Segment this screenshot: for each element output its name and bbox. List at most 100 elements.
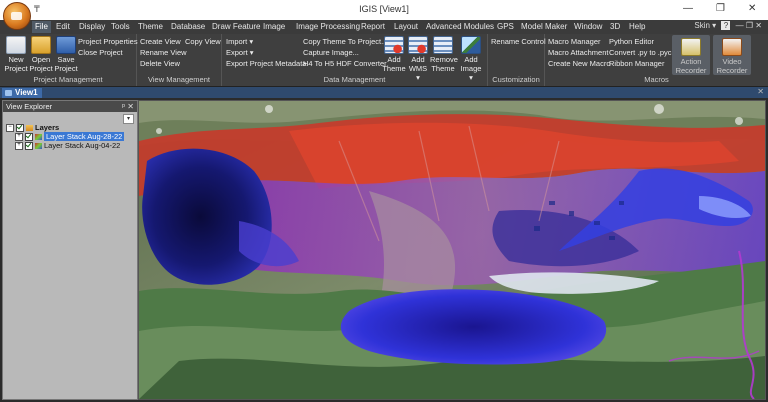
title-bar: ₸ IGIS [View1] — ❐ ✕ — [0, 0, 768, 30]
pin-icon[interactable]: ᵖ — [122, 101, 125, 112]
group-label-data-management: Data Management — [323, 75, 386, 84]
group-macros: Macro Manager Macro Attachment Create Ne… — [545, 34, 768, 86]
window-title: IGIS [View1] — [359, 4, 409, 14]
copy-theme-to-project-button[interactable]: Copy Theme To Project... — [303, 37, 387, 46]
macro-attachment-button[interactable]: Macro Attachment — [548, 48, 608, 57]
project-properties-button[interactable]: Project Properties — [78, 37, 138, 46]
document-tab-strip: View1 ✕ — [0, 87, 768, 98]
menu-edit[interactable]: Edit — [53, 21, 73, 33]
checkbox-icon[interactable] — [25, 142, 33, 151]
menu-image-processing[interactable]: Image Processing — [293, 21, 363, 33]
python-editor-button[interactable]: Python Editor — [609, 37, 654, 46]
minimize-button[interactable]: — — [683, 3, 693, 14]
group-label-view-management: View Management — [148, 75, 210, 84]
open-project-button[interactable]: Open Project — [29, 36, 53, 73]
add-theme-label: Add Theme — [382, 55, 406, 73]
checkbox-icon[interactable] — [16, 124, 24, 133]
close-panel-icon[interactable]: ✕ — [127, 101, 134, 112]
new-project-button[interactable]: New Project — [4, 36, 28, 73]
save-disk-icon — [56, 36, 76, 54]
delete-view-button[interactable]: Delete View — [140, 59, 180, 68]
menu-help[interactable]: Help — [626, 21, 648, 33]
mdi-window-controls[interactable]: — ❐ ✕ — [736, 21, 762, 30]
group-label-macros: Macros — [644, 75, 669, 84]
tree-item-layer-1[interactable]: + Layer Stack Aug-04-22 — [6, 141, 124, 151]
menu-report[interactable]: Report — [358, 21, 388, 33]
save-project-label: Save Project — [54, 55, 78, 73]
layer-tree: − Layers + Layer Stack Aug-28-22 + Layer St… — [6, 123, 125, 151]
menu-file[interactable]: File — [32, 21, 51, 33]
skin-label[interactable]: Skin ▾ — [694, 21, 716, 30]
close-view-icon[interactable]: ✕ — [757, 87, 764, 96]
video-recorder-button[interactable]: Video Recorder — [713, 35, 751, 75]
tree-item-label[interactable]: Layer Stack Aug-28-22 — [44, 132, 125, 141]
tab-view1[interactable]: View1 — [2, 88, 42, 98]
menu-display[interactable]: Display — [76, 21, 108, 33]
view-explorer-panel: View Explorer ᵖ ✕ ▾ − Layers + Layer Stack… — [2, 100, 138, 400]
add-image-icon — [461, 36, 481, 54]
expand-icon[interactable]: + — [15, 142, 23, 151]
tree-root-layers[interactable]: − Layers — [6, 123, 124, 133]
group-view-management: Create View Copy View Rename View Delete… — [137, 34, 222, 86]
tree-item-label[interactable]: Layer Stack Aug-04-22 — [44, 141, 120, 150]
menu-image[interactable]: Image — [260, 21, 288, 33]
remove-theme-button[interactable]: Remove Theme — [430, 36, 458, 73]
export-button[interactable]: Export ▾ — [226, 48, 254, 57]
action-recorder-label: Action Recorder — [675, 57, 707, 75]
skin-selector[interactable]: Skin ▾ ? — ❐ ✕ — [694, 21, 762, 30]
menu-gps[interactable]: GPS — [494, 21, 517, 33]
satellite-image — [139, 101, 765, 399]
checkbox-icon[interactable] — [25, 133, 33, 142]
rename-view-button[interactable]: Rename View — [140, 48, 187, 57]
hdf-converter-button[interactable]: H4 To H5 HDF Converter — [303, 59, 387, 68]
capture-image-button[interactable]: Capture Image... — [303, 48, 359, 57]
tree-item-layer-0[interactable]: + Layer Stack Aug-28-22 — [6, 132, 125, 142]
collapse-icon[interactable]: − — [6, 124, 14, 133]
add-theme-button[interactable]: Add Theme — [382, 36, 406, 73]
group-project-management: New Project Open Project Save Project Pr… — [0, 34, 138, 86]
menu-theme[interactable]: Theme — [135, 21, 166, 33]
menu-3d[interactable]: 3D — [607, 21, 623, 33]
close-window-button[interactable]: ✕ — [748, 3, 756, 14]
group-label-project-management: Project Management — [33, 75, 103, 84]
add-wms-icon — [408, 36, 428, 54]
menu-draw-feature[interactable]: Draw Feature — [209, 21, 263, 33]
menu-advanced-modules[interactable]: Advanced Modules — [423, 21, 497, 33]
view-explorer-title: View Explorer — [6, 102, 53, 111]
remove-theme-label: Remove Theme — [430, 55, 458, 73]
convert-py-button[interactable]: Convert .py to .pyc — [609, 48, 672, 57]
save-project-button[interactable]: Save Project — [54, 36, 78, 73]
macro-manager-button[interactable]: Macro Manager — [548, 37, 601, 46]
video-recorder-icon — [722, 38, 742, 56]
export-project-metadata-button[interactable]: Export Project Metadata — [226, 59, 306, 68]
close-project-button[interactable]: Close Project — [78, 48, 123, 57]
app-menu-orb-icon[interactable] — [3, 2, 31, 30]
menu-window[interactable]: Window — [571, 21, 605, 33]
menu-bar: File Edit Display Tools Theme Database D… — [0, 20, 768, 34]
action-recorder-button[interactable]: Action Recorder — [672, 35, 710, 75]
tree-root-label: Layers — [35, 123, 60, 132]
ribbon: New Project Open Project Save Project Pr… — [0, 34, 768, 87]
new-document-icon — [6, 36, 26, 54]
menu-tools[interactable]: Tools — [108, 21, 133, 33]
raster-layer-icon — [35, 143, 42, 150]
group-label-customization: Customization — [492, 75, 540, 84]
group-data-management: Import ▾ Export ▾ Export Project Metadat… — [222, 34, 488, 86]
expand-icon[interactable]: + — [15, 133, 23, 142]
open-project-label: Open Project — [29, 55, 53, 73]
ribbon-manager-button[interactable]: Ribbon Manager — [609, 59, 664, 68]
menu-database[interactable]: Database — [168, 21, 208, 33]
restore-button[interactable]: ❐ — [716, 3, 725, 14]
create-view-button[interactable]: Create View — [140, 37, 181, 46]
create-new-macro-button[interactable]: Create New Macro — [548, 59, 611, 68]
copy-view-button[interactable]: Copy View — [185, 37, 221, 46]
menu-model-maker[interactable]: Model Maker — [518, 21, 570, 33]
explorer-dropdown-icon[interactable]: ▾ — [123, 114, 134, 124]
rename-control-button[interactable]: Rename Control — [491, 37, 546, 46]
help-icon[interactable]: ? — [721, 21, 731, 30]
import-button[interactable]: Import ▾ — [226, 37, 253, 46]
map-canvas[interactable] — [138, 100, 766, 400]
video-recorder-label: Video Recorder — [716, 57, 748, 75]
menu-layout[interactable]: Layout — [391, 21, 421, 33]
action-recorder-icon — [681, 38, 701, 56]
